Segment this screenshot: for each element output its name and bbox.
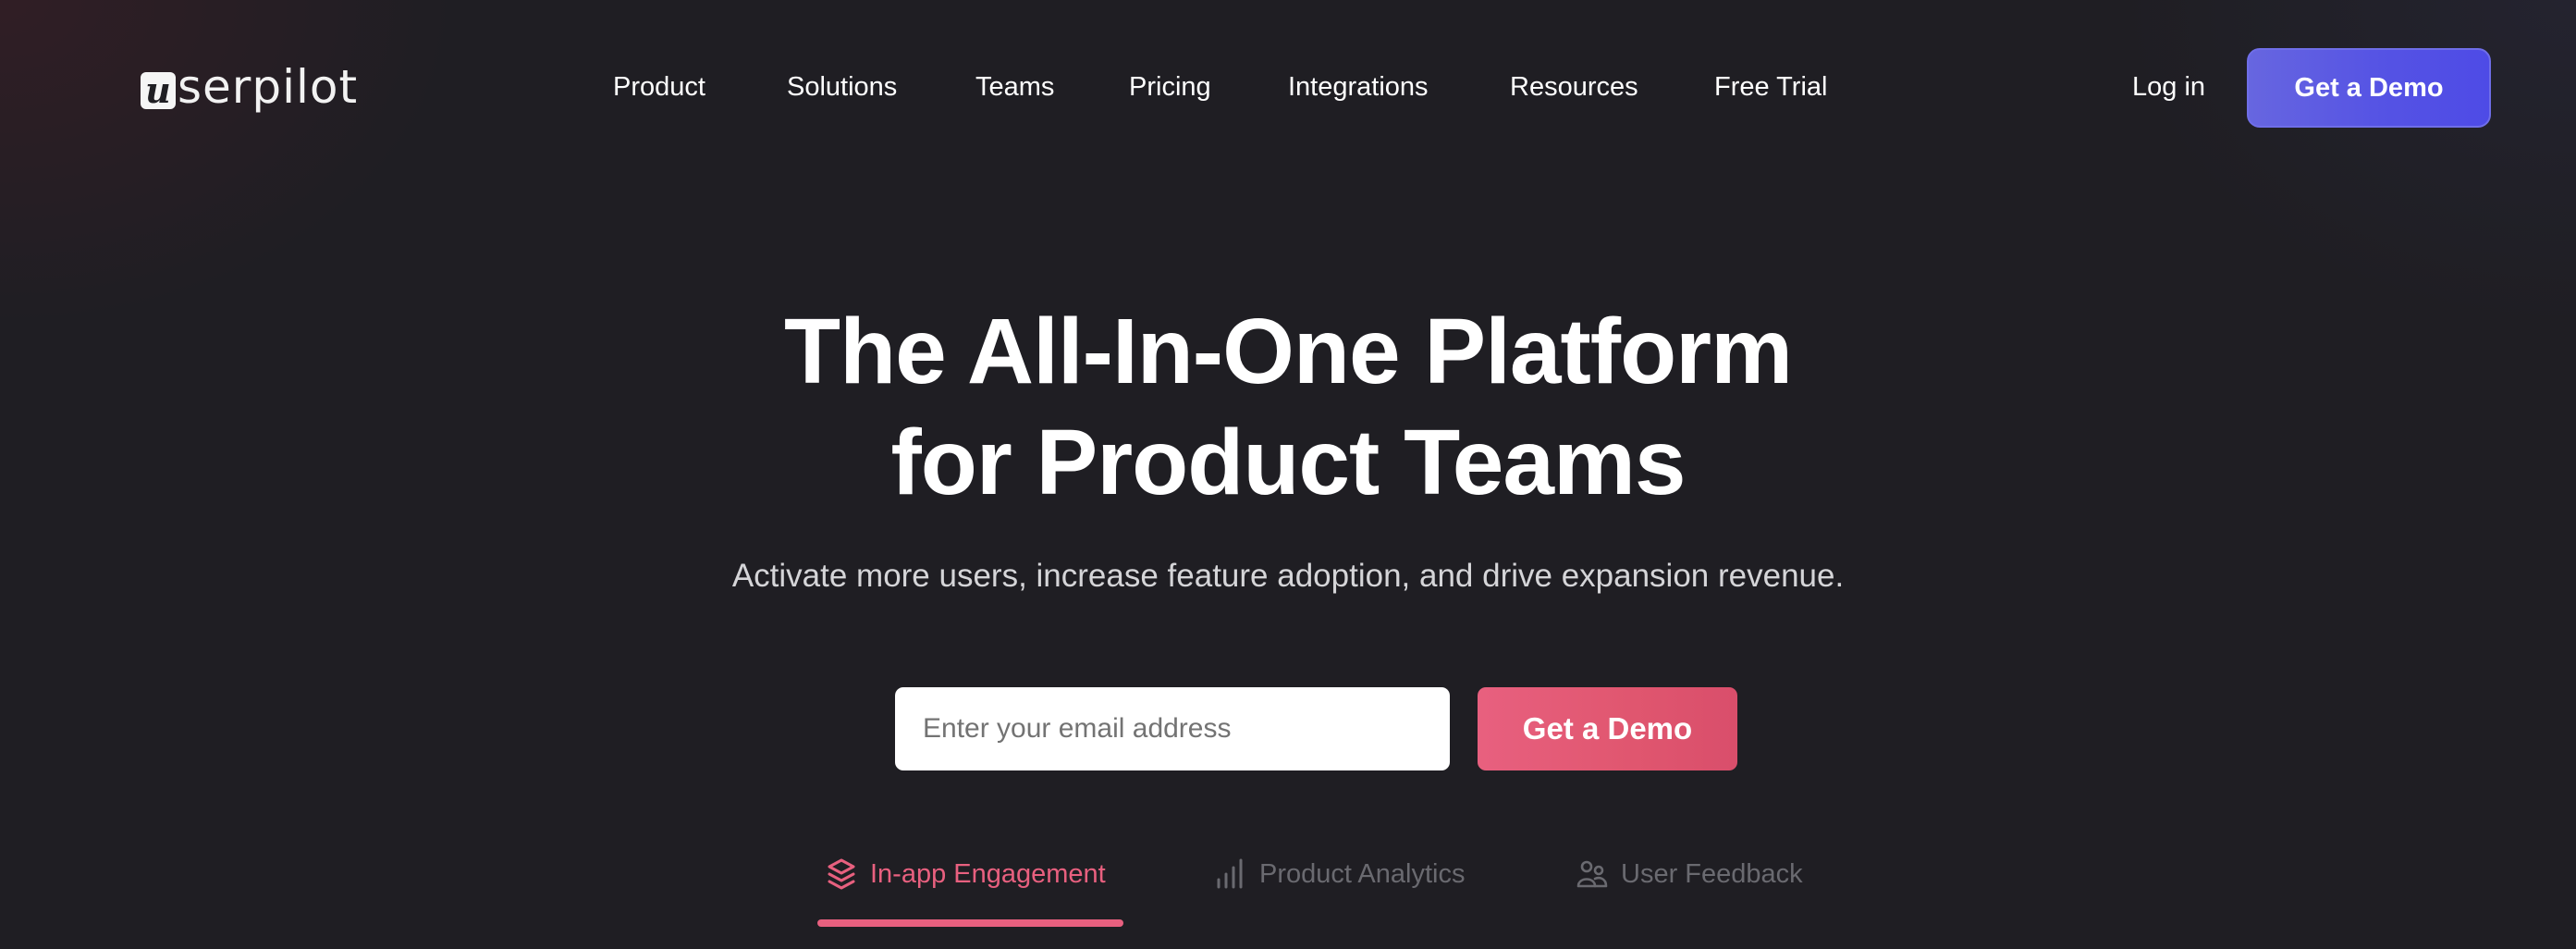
hero-title: The All-In-One Platform for Product Team… [0,296,2576,518]
users-icon [1576,858,1608,890]
nav-item-teams[interactable]: Teams [975,72,1054,103]
nav-item-product[interactable]: Product [613,72,705,103]
nav-item-pricing[interactable]: Pricing [1129,72,1211,103]
header-get-demo-button[interactable]: Get a Demo [2247,48,2491,128]
nav-item-free-trial[interactable]: Free Trial [1714,72,1827,103]
tab-in-app-engagement[interactable]: In-app Engagement [826,851,1106,897]
tab-label: User Feedback [1621,858,1803,889]
logo-badge-icon: u [141,72,176,109]
nav-item-resources[interactable]: Resources [1510,72,1638,103]
logo-wordmark: serpilot [178,60,359,114]
hero-get-demo-button[interactable]: Get a Demo [1478,687,1737,770]
tab-user-feedback[interactable]: User Feedback [1576,851,1803,897]
tab-product-analytics[interactable]: Product Analytics [1215,851,1465,897]
userpilot-logo[interactable]: u serpilot [141,57,358,117]
tab-label: In-app Engagement [870,858,1106,889]
hero-title-line-1: The All-In-One Platform [784,300,1793,403]
tab-label: Product Analytics [1259,858,1466,889]
hero-subtitle: Activate more users, increase feature ad… [731,558,1845,594]
login-link[interactable]: Log in [2132,72,2205,103]
nav-item-solutions[interactable]: Solutions [787,72,897,103]
layers-icon [826,857,857,891]
bar-chart-icon [1215,857,1246,891]
active-tab-indicator [817,919,1123,927]
nav-item-integrations[interactable]: Integrations [1288,72,1429,103]
hero-title-line-2: for Product Teams [890,411,1686,514]
page: u serpilot Product Solutions Teams Prici… [0,0,2576,949]
email-input[interactable] [895,687,1450,770]
